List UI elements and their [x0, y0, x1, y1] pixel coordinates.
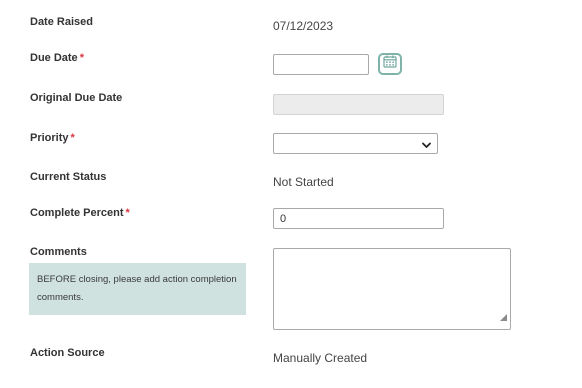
original-due-date-label: Original Due Date	[30, 92, 122, 104]
priority-label: Priority *	[30, 132, 75, 144]
date-raised-value: 07/12/2023	[273, 19, 334, 33]
action-detail-form: Date Raised 07/12/2023 Due Date * Origina…	[0, 0, 582, 388]
priority-label-text: Priority	[30, 132, 69, 144]
comments-label: Comments	[30, 246, 87, 258]
current-status-label: Current Status	[30, 171, 106, 183]
current-status-label-text: Current Status	[30, 171, 107, 183]
comments-label-text: Comments	[30, 246, 87, 258]
current-status-value: Not Started	[273, 175, 334, 189]
complete-percent-label: Complete Percent *	[30, 207, 130, 219]
original-due-date-input	[273, 94, 444, 115]
calendar-icon	[383, 55, 397, 73]
date-raised-label-text: Date Raised	[30, 16, 93, 28]
comments-textarea[interactable]	[273, 248, 511, 330]
due-date-label-text: Due Date	[30, 52, 78, 64]
resize-grip-icon[interactable]	[500, 308, 507, 326]
action-source-label: Action Source	[30, 347, 105, 359]
action-source-label-text: Action Source	[30, 347, 105, 359]
comments-hint-note: BEFORE closing, please add action comple…	[29, 263, 246, 315]
date-raised-label: Date Raised	[30, 16, 93, 28]
chevron-down-icon	[421, 138, 432, 156]
complete-percent-input[interactable]	[273, 208, 444, 229]
priority-select[interactable]	[273, 133, 438, 154]
priority-required-mark: *	[70, 132, 75, 144]
action-source-value: Manually Created	[273, 351, 368, 365]
due-date-calendar-button[interactable]	[378, 53, 402, 75]
complete-percent-label-text: Complete Percent	[30, 207, 124, 219]
due-date-required-mark: *	[79, 52, 84, 64]
due-date-input[interactable]	[273, 54, 369, 75]
due-date-label: Due Date *	[30, 52, 84, 64]
original-due-date-label-text: Original Due Date	[30, 92, 123, 104]
complete-percent-required-mark: *	[125, 207, 130, 219]
